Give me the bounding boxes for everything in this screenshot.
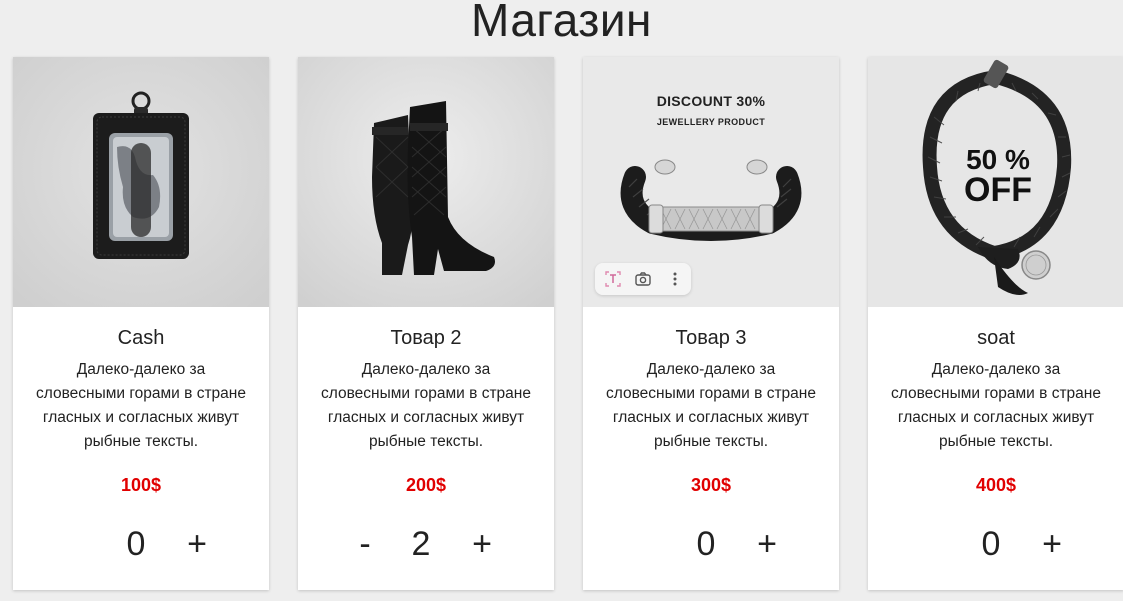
product-card: DISCOUNT 30% JEWELLERY PRODUCT Товар 3 Д…	[583, 57, 839, 590]
product-description: Далеко-далеко за словесными горами в стр…	[321, 361, 531, 450]
product-description: Далеко-далеко за словесными горами в стр…	[891, 361, 1101, 450]
card-holder-image	[13, 57, 269, 307]
increase-quantity-button[interactable]: +	[177, 520, 217, 568]
product-card: 50 % OFF soat Далеко-далеко за словесным…	[868, 57, 1123, 590]
quantity-stepper: 0 +	[13, 520, 269, 570]
product-image: DISCOUNT 30% JEWELLERY PRODUCT	[583, 57, 839, 307]
product-description: Далеко-далеко за словесными горами в стр…	[36, 361, 246, 450]
product-title: Товар 2	[390, 327, 462, 349]
increase-quantity-button[interactable]: +	[462, 520, 502, 568]
quantity-value: 0	[696, 525, 716, 563]
product-title: Cash	[117, 327, 165, 349]
more-vertical-icon[interactable]	[661, 267, 689, 291]
increase-quantity-button[interactable]: +	[747, 520, 787, 568]
product-price: 200$	[405, 475, 447, 495]
product-image: 50 % OFF	[868, 57, 1123, 307]
quantity-value: 0	[981, 525, 1001, 563]
image-discount-off: OFF	[964, 171, 1032, 209]
product-card: Товар 2 Далеко-далеко за словесными гора…	[298, 57, 554, 590]
quantity-stepper: - 2 +	[298, 520, 554, 570]
quantity-stepper: 0 +	[583, 520, 839, 570]
image-action-toolbar	[595, 263, 691, 295]
increase-quantity-button[interactable]: +	[1032, 520, 1072, 568]
product-price: 300$	[690, 475, 732, 495]
quantity-value: 2	[411, 525, 431, 563]
product-title: soat	[977, 327, 1015, 349]
image-discount-headline: DISCOUNT 30%	[656, 93, 766, 109]
quantity-value: 0	[126, 525, 146, 563]
image-discount-badge: 50 % OFF	[958, 145, 1038, 209]
image-discount-subline: JEWELLERY PRODUCT	[656, 117, 766, 127]
product-price: 400$	[975, 475, 1017, 495]
page-title: Магазин	[471, 0, 652, 46]
text-select-icon[interactable]	[599, 267, 627, 291]
product-image	[298, 57, 554, 307]
product-title: Товар 3	[675, 327, 747, 349]
quantity-stepper: 0 +	[868, 520, 1123, 570]
product-card: Cash Далеко-далеко за словесными горами …	[13, 57, 269, 590]
product-price: 100$	[120, 475, 162, 495]
boots-image	[298, 57, 554, 307]
product-description: Далеко-далеко за словесными горами в стр…	[606, 361, 816, 450]
product-grid: Cash Далеко-далеко за словесными горами …	[0, 57, 1123, 601]
product-image	[13, 57, 269, 307]
camera-search-icon[interactable]	[629, 267, 657, 291]
decrease-quantity-button[interactable]: -	[345, 520, 385, 568]
